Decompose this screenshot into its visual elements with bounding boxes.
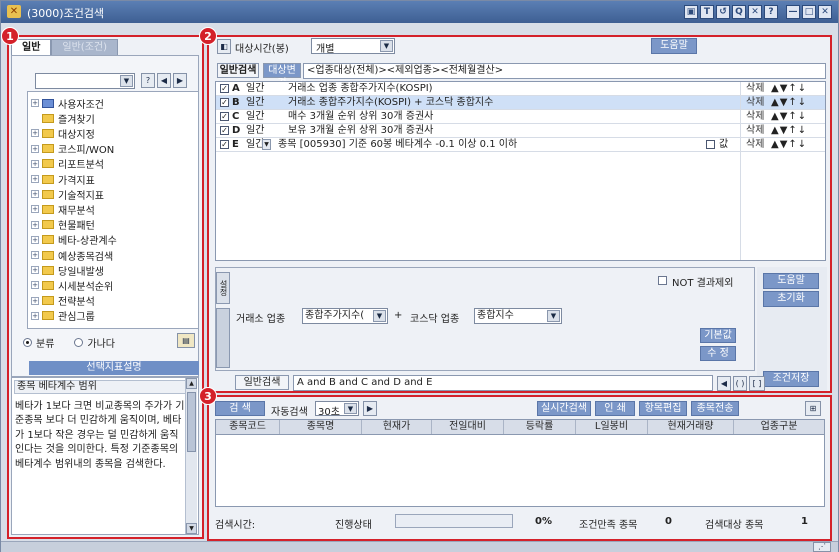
screen-icon[interactable]: ▣ xyxy=(684,5,698,19)
text-icon[interactable]: T xyxy=(700,5,714,19)
window-title: (3000)조건검색 xyxy=(27,7,105,20)
search-icon[interactable]: Q xyxy=(732,5,746,19)
refresh-icon[interactable]: ↺ xyxy=(716,5,730,19)
close-button[interactable]: ✕ xyxy=(818,5,832,19)
titlebar-buttons: ▣ T ↺ Q ✕ ? — □ ✕ xyxy=(684,5,832,19)
status-bar: ⋰ xyxy=(1,541,838,552)
annotation-badge-3: 3 xyxy=(199,387,217,405)
minimize-button[interactable]: — xyxy=(786,5,800,19)
app-window: ✕ (3000)조건검색 ▣ T ↺ Q ✕ ? — □ ✕ 일반 일반(조건)… xyxy=(0,0,839,552)
highlight-box-3 xyxy=(207,395,832,541)
pin-icon[interactable]: ✕ xyxy=(748,5,762,19)
help-icon[interactable]: ? xyxy=(764,5,778,19)
app-icon: ✕ xyxy=(7,5,21,18)
annotation-badge-1: 1 xyxy=(1,27,19,45)
resize-grip-icon[interactable]: ⋰ xyxy=(813,542,831,552)
title-bar: ✕ (3000)조건검색 ▣ T ↺ Q ✕ ? — □ ✕ xyxy=(1,1,838,23)
annotation-badge-2: 2 xyxy=(199,27,217,45)
highlight-box-2 xyxy=(207,35,832,393)
maximize-button[interactable]: □ xyxy=(802,5,816,19)
highlight-box-1 xyxy=(7,35,204,539)
